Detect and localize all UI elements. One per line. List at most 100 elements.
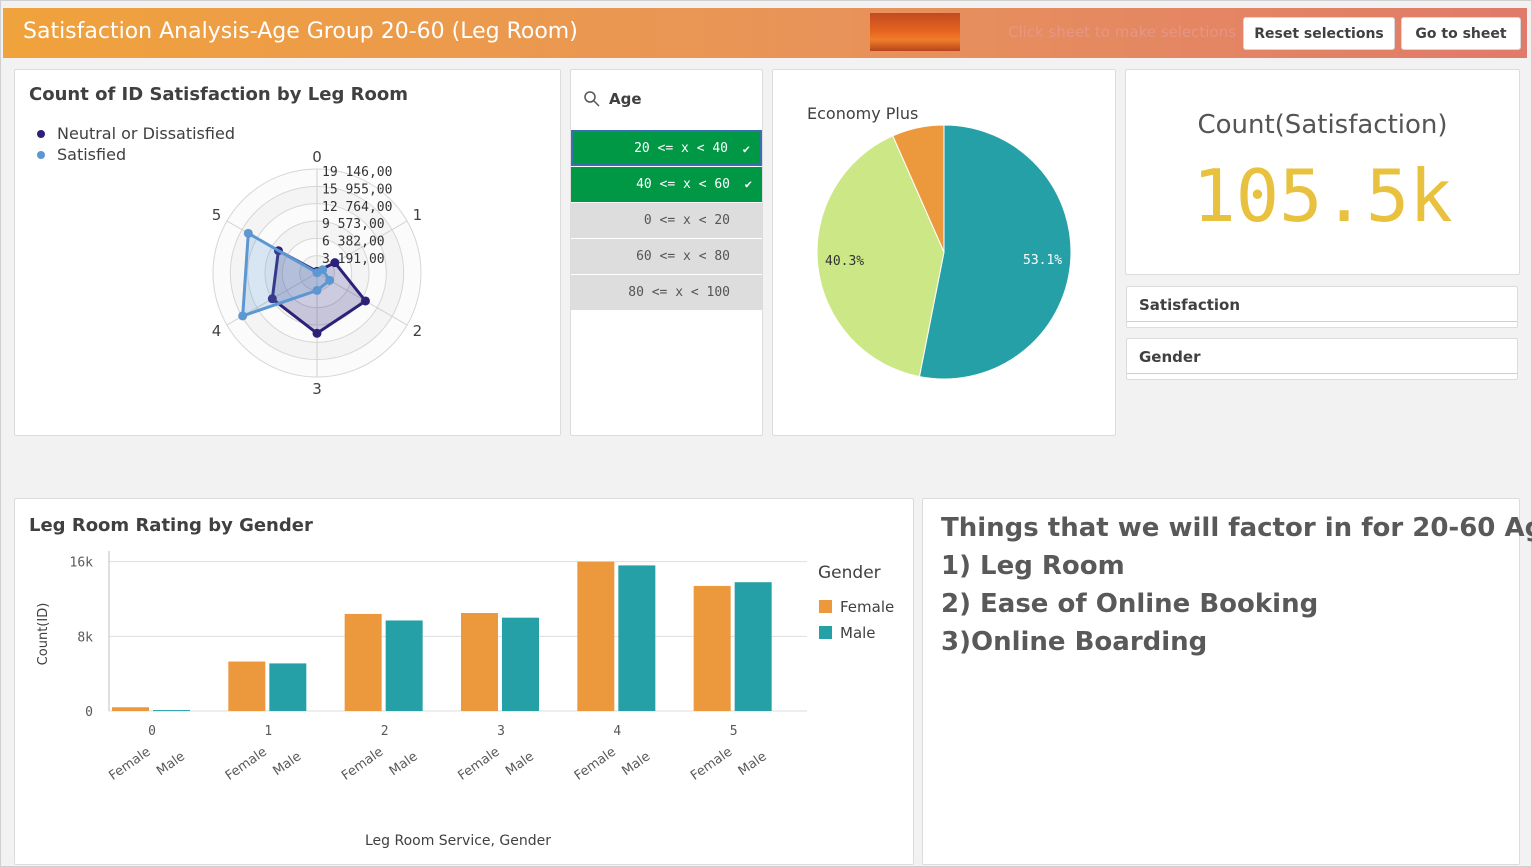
bar-sublabel: Male [154, 749, 188, 779]
radar-ring-label: 19 146,00 [322, 165, 392, 180]
pie-chart-panel[interactable]: Economy Plus 53.1% 40.3% [772, 69, 1116, 436]
age-filter-header[interactable]: Age [583, 90, 642, 108]
divider [1127, 373, 1517, 374]
radar-point [318, 265, 328, 275]
bar-legend-swatch [819, 626, 832, 639]
radar-chart-panel[interactable]: Count of ID Satisfaction by Leg Room Neu… [14, 69, 561, 436]
bar-male [269, 663, 307, 711]
filter-gender-label: Gender [1139, 348, 1201, 366]
check-icon: ✔ [744, 177, 752, 191]
bar-sublabel: Female [688, 745, 735, 784]
bar-sublabel: Male [387, 749, 421, 779]
kpi-label: Count(Satisfaction) [1197, 110, 1448, 140]
bar-male [734, 582, 772, 711]
bar-sublabel: Female [455, 745, 502, 784]
filter-gender[interactable]: Gender [1126, 338, 1518, 380]
bar-sublabel: Male [270, 749, 304, 779]
bar-sublabel: Male [619, 749, 653, 779]
age-item-label: 0 <= x < 20 [643, 213, 730, 228]
bar-category-label: 2 [381, 724, 389, 739]
age-item-label: 60 <= x < 80 [636, 249, 730, 264]
age-filter-label: Age [609, 90, 642, 108]
age-filter-panel: Age 20 <= x < 40 ✔ 40 <= x < 60 ✔ 0 <= x… [570, 69, 763, 436]
age-item-label: 40 <= x < 60 [636, 177, 730, 192]
bar-ytick-label: 16k [70, 556, 94, 571]
radar-point [312, 328, 322, 338]
radar-ring-label: 15 955,00 [322, 182, 392, 197]
filter-satisfaction[interactable]: Satisfaction [1126, 286, 1518, 328]
bar-sublabel: Male [736, 749, 770, 779]
bar-male [618, 565, 656, 711]
bar-chart[interactable]: 16k8k0Count(ID)Female Male0Female Male1Fem… [15, 499, 913, 864]
bar-legend-swatch [819, 600, 832, 613]
age-item-0-20[interactable]: 0 <= x < 20 [571, 203, 762, 239]
radar-axis-label: 0 [312, 148, 322, 166]
age-item-label: 80 <= x < 100 [628, 285, 730, 300]
bar-legend-label: Male [840, 624, 876, 642]
bar-ylabel: Count(ID) [36, 603, 51, 666]
pie-chart[interactable]: Economy Plus 53.1% 40.3% [773, 70, 1115, 435]
radar-axis-label: 5 [212, 206, 222, 224]
bar-sublabel: Female [106, 745, 153, 784]
radar-point [312, 285, 322, 295]
bar-legend-title: Gender [818, 563, 881, 583]
bar-female [228, 661, 266, 711]
bar-category-label: 3 [497, 724, 505, 739]
kpi-value: 105.5k [1192, 154, 1453, 238]
age-item-20-40[interactable]: 20 <= x < 40 ✔ [571, 130, 762, 166]
header-thumbnail-image [870, 13, 960, 51]
bar-category-label: 4 [613, 724, 621, 739]
search-icon [584, 91, 600, 107]
bar-female [577, 561, 615, 711]
age-item-40-60[interactable]: 40 <= x < 60 ✔ [571, 167, 762, 203]
radar-point [238, 311, 248, 321]
age-item-60-80[interactable]: 60 <= x < 80 [571, 239, 762, 275]
bar-male [153, 710, 190, 712]
radar-point [243, 228, 253, 238]
bar-male [502, 617, 539, 711]
radar-axis-label: 2 [413, 322, 423, 340]
bar-ytick-label: 8k [77, 630, 93, 645]
bar-legend-label: Female [840, 598, 894, 616]
radar-axis-label: 1 [413, 206, 423, 224]
bar-chart-panel[interactable]: Leg Room Rating by Gender 16k 8k 0 Count(ID… [14, 498, 914, 865]
age-item-80-100[interactable]: 80 <= x < 100 [571, 275, 762, 311]
notes-panel: Things that we will factor in for 20-60 … [922, 498, 1532, 865]
bar-sublabel: Female [339, 745, 386, 784]
notes-line-1: 1) Leg Room [941, 551, 1125, 581]
radar-axis-label: 3 [312, 380, 322, 398]
bar-category-label: 0 [148, 724, 156, 739]
age-item-label: 20 <= x < 40 [634, 140, 728, 156]
bar-female [344, 613, 382, 711]
bar-male [385, 620, 423, 711]
check-icon: ✔ [742, 142, 750, 156]
notes-line-3: 3)Online Boarding [941, 627, 1208, 657]
radar-ring-label: 6 382,00 [322, 235, 385, 250]
divider [1127, 321, 1517, 322]
radar-axis-label: 4 [212, 322, 222, 340]
bar-sublabel: Female [572, 745, 619, 784]
sheet-header: Satisfaction Analysis-Age Group 20-60 (L… [3, 8, 1527, 58]
radar-point [360, 296, 370, 306]
notes-heading: Things that we will factor in for 20-60 … [941, 513, 1532, 543]
bar-sublabel: Female [223, 745, 270, 784]
radar-point [325, 275, 335, 285]
pie-label-right: 53.1% [1023, 253, 1062, 268]
bar-ytick-label: 0 [85, 705, 93, 720]
selection-hint: Click sheet to make selections [1008, 23, 1236, 41]
kpi-panel[interactable]: Count(Satisfaction) 105.5k [1125, 69, 1520, 275]
radar-chart[interactable]: 0 1 2 3 4 5 19 146,00 15 955,00 12 764,00 9 573,0… [15, 70, 560, 435]
filter-satisfaction-label: Satisfaction [1139, 296, 1241, 314]
sheet-title: Satisfaction Analysis-Age Group 20-60 (L… [23, 19, 578, 44]
bar-category-label: 5 [730, 724, 738, 739]
pie-title: Economy Plus [807, 104, 918, 123]
bar-sublabel: Male [503, 749, 537, 779]
go-to-sheet-button[interactable]: Go to sheet [1401, 17, 1521, 50]
radar-point [330, 258, 340, 268]
reset-selections-button[interactable]: Reset selections [1243, 17, 1395, 50]
bar-xlabel: Leg Room Service, Gender [365, 833, 551, 849]
pie-label-left: 40.3% [825, 254, 864, 269]
notes-line-2: 2) Ease of Online Booking [941, 589, 1319, 619]
bar-female [461, 613, 498, 711]
radar-ring-label: 12 764,00 [322, 200, 392, 215]
